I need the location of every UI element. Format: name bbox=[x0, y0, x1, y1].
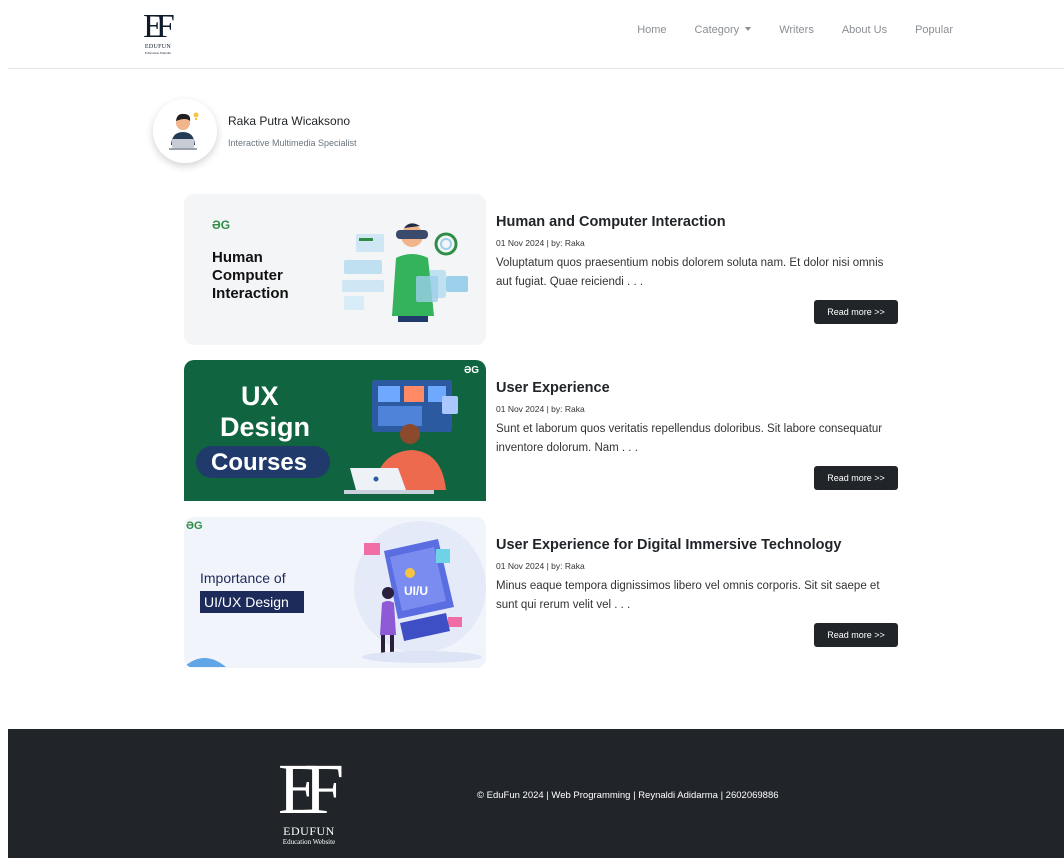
article-title[interactable]: User Experience for Digital Immersive Te… bbox=[496, 537, 841, 553]
footer: EF EDUFUN Education Website © EduFun 202… bbox=[8, 729, 1064, 858]
nav-home[interactable]: Home bbox=[623, 24, 680, 36]
brand-name: EDUFUN bbox=[144, 44, 172, 50]
footer-brand-mark: EF bbox=[277, 749, 344, 829]
article-card: ƏG Importance of UI/UX Design UI/U User … bbox=[184, 517, 899, 668]
thumb-text-line: Importance of bbox=[200, 570, 286, 586]
footer-copyright: © EduFun 2024 | Web Programming | Reynal… bbox=[477, 790, 779, 801]
read-more-button[interactable]: Read more >> bbox=[814, 466, 898, 490]
writer-avatar bbox=[153, 99, 217, 163]
footer-logo: EF EDUFUN Education Website bbox=[266, 753, 352, 846]
article-card: ƏG UX Design Courses User Experience 01 … bbox=[184, 360, 899, 511]
article-meta: 01 Nov 2024 | by: Raka bbox=[496, 561, 585, 571]
article-excerpt: Sunt et laborum quos veritatis repellend… bbox=[496, 423, 883, 454]
nav-links: Home Category Writers About Us Popular bbox=[623, 24, 967, 36]
thumb-text-line: Human bbox=[212, 249, 263, 266]
read-more-button[interactable]: Read more >> bbox=[814, 623, 898, 647]
thumb-text-line: Computer bbox=[212, 267, 283, 284]
nav-popular[interactable]: Popular bbox=[901, 24, 967, 36]
thumb-text-line: Interaction bbox=[212, 285, 289, 302]
article-title[interactable]: User Experience bbox=[496, 380, 610, 396]
article-meta: 01 Nov 2024 | by: Raka bbox=[496, 404, 585, 414]
article-thumbnail[interactable]: ƏG Importance of UI/UX Design UI/U bbox=[184, 517, 486, 668]
article-meta: 01 Nov 2024 | by: Raka bbox=[496, 238, 585, 248]
thumb-text-line: UX bbox=[241, 381, 279, 411]
uiux-importance-illustration: ƏG Importance of UI/UX Design UI/U bbox=[184, 517, 486, 668]
brand-mark: EF bbox=[143, 8, 175, 45]
footer-brand-subtitle: Education Website bbox=[282, 838, 336, 846]
brand-logo[interactable]: EF EDUFUN Education Website bbox=[136, 10, 180, 62]
nav-writers[interactable]: Writers bbox=[765, 24, 828, 36]
thumb-text-line: Design bbox=[220, 412, 310, 442]
nav-category-dropdown[interactable]: Category bbox=[681, 24, 766, 36]
gfg-logo-icon: ƏG bbox=[186, 520, 203, 532]
article-excerpt: Voluptatum quos praesentium nobis dolore… bbox=[496, 257, 884, 288]
brand-subtitle: Education Website bbox=[144, 51, 172, 55]
nav-about-us[interactable]: About Us bbox=[828, 24, 901, 36]
person-laptop-icon bbox=[153, 99, 217, 163]
read-more-button[interactable]: Read more >> bbox=[814, 300, 898, 324]
article-thumbnail[interactable]: ƏG UX Design Courses bbox=[184, 360, 486, 511]
writer-name: Raka Putra Wicaksono bbox=[228, 114, 351, 128]
hci-illustration: ƏG Human Computer Interaction bbox=[184, 194, 486, 345]
article-title[interactable]: Human and Computer Interaction bbox=[496, 214, 726, 230]
navbar: EF EDUFUN Education Website Home Categor… bbox=[8, 0, 1064, 69]
gfg-logo-icon: ƏG bbox=[212, 218, 230, 232]
article-excerpt: Minus eaque tempora dignissimos libero v… bbox=[496, 580, 880, 611]
screen-text: UI/U bbox=[404, 584, 428, 598]
gfg-logo-icon: ƏG bbox=[464, 365, 479, 376]
writer-role: Interactive Multimedia Specialist bbox=[228, 138, 357, 148]
thumb-text-line: Courses bbox=[211, 449, 307, 476]
article-thumbnail[interactable]: ƏG Human Computer Interaction bbox=[184, 194, 486, 345]
ux-design-illustration: ƏG UX Design Courses bbox=[184, 360, 486, 501]
thumb-text-line: UI/UX Design bbox=[204, 594, 289, 610]
article-card: ƏG Human Computer Interaction Human and … bbox=[184, 194, 899, 345]
